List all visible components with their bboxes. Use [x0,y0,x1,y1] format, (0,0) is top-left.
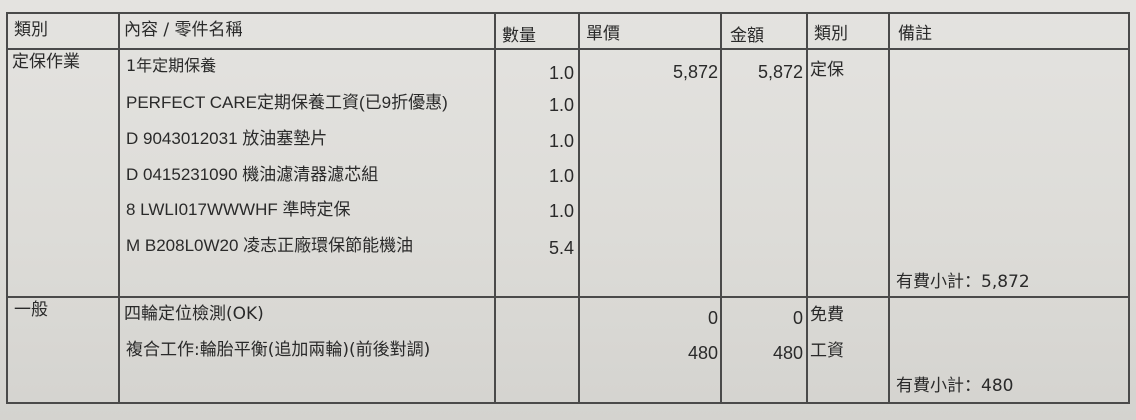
grid-group-divider-line [6,296,1130,298]
grid-header-bottom-line [6,48,1130,50]
table-row-type: 定保 [810,60,844,80]
table-row-item: PERFECT CARE定期保養工資(已9折優惠) [126,93,448,113]
header-unit-price: 單價 [586,24,620,44]
table-row-qty: 1.0 [548,201,574,221]
table-row-amount: 0 [792,308,803,328]
header-type: 類別 [814,24,848,44]
grid-right-line [1128,12,1130,404]
table-row-unit-price: 0 [707,308,718,328]
table-row-item: D 9043012031 放油塞墊片 [126,129,327,149]
table-row-qty: 1.0 [548,63,574,83]
table-row-item: 8 LWLI017WWWHF 準時定保 [126,200,350,220]
table-row-item: M B208L0W20 凌志正廠環保節能機油 [126,236,413,256]
table-row-qty: 5.4 [548,238,574,258]
header-qty: 數量 [502,26,536,46]
subtotal-maintenance: 有費小計：5,872 [896,272,1030,292]
table-row-item: 複合工作:輪胎平衡(追加兩輪)(前後對調) [126,340,431,360]
grid-col-content-line [118,12,120,404]
table-row-item-text: D 9043012031 放油塞墊片 [126,129,328,148]
grid-col-type-line [806,12,808,404]
header-remarks: 備註 [898,24,932,44]
group-category-maintenance: 定保作業 [12,52,80,72]
grid-bottom-line [6,402,1130,404]
table-row-item-text: PERFECT CARE定期保養工資(已9折優惠) [126,93,448,112]
table-row-amount: 5,872 [757,62,803,82]
grid-col-remarks-line [888,12,890,404]
table-row-qty: 1.0 [548,95,574,115]
repair-invoice-table: 類別 內容 / 零件名稱 數量 單價 金額 類別 備註 定保作業 1年定期保養 … [0,0,1136,420]
grid-left-line [6,12,8,404]
table-row-item-text: D 0415231090 機油濾清器濾芯組 [126,165,379,184]
grid-top-line [6,12,1130,14]
table-row-item: 四輪定位檢測(OK) [124,304,264,324]
header-content: 內容 / 零件名稱 [124,20,243,40]
header-category: 類別 [14,20,48,40]
table-row-qty: 1.0 [548,131,574,151]
header-amount: 金額 [730,26,764,46]
table-row-qty: 1.0 [548,166,574,186]
table-row-amount: 480 [772,343,803,363]
table-row-unit-price: 5,872 [672,62,718,82]
table-row-type: 工資 [810,341,844,361]
table-row-unit-price: 480 [687,343,718,363]
table-row-item-text: 8 LWLI017WWWHF 準時定保 [126,200,351,219]
subtotal-general: 有費小計：480 [896,376,1014,396]
table-row-item: 1年定期保養 [126,56,217,75]
table-row-type: 免費 [810,305,844,325]
table-row-item: D 0415231090 機油濾清器濾芯組 [126,165,378,185]
table-row-item-text: M B208L0W20 凌志正廠環保節能機油 [126,236,414,255]
group-category-general: 一般 [14,300,48,320]
